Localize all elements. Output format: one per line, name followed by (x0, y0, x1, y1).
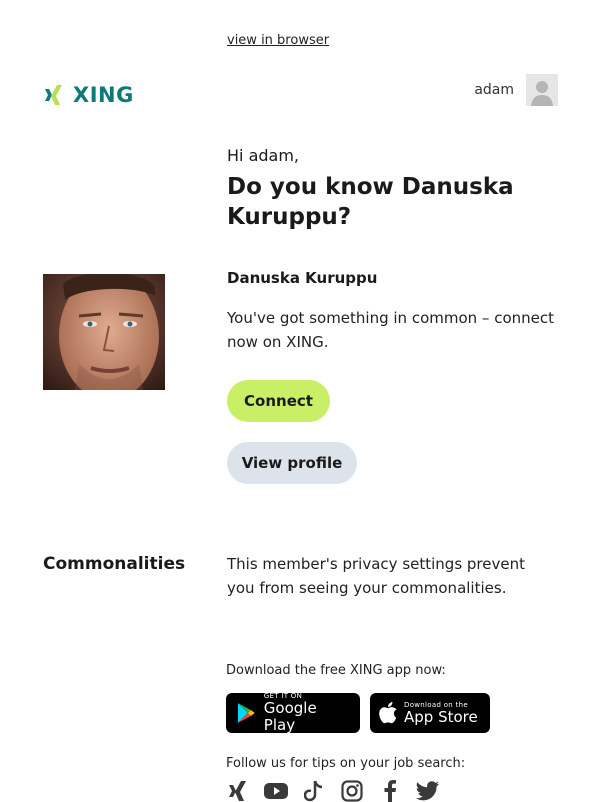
commonalities-text: This member's privacy settings prevent y… (227, 555, 525, 597)
xing-logo-icon (45, 85, 62, 105)
contact-name: Danuska Kuruppu (227, 269, 378, 287)
contact-photo[interactable] (43, 274, 165, 390)
app-store-big-text: App Store (404, 707, 478, 726)
xing-logo-text: XING (73, 83, 134, 107)
greeting: Hi adam, (227, 146, 299, 165)
view-profile-button[interactable]: View profile (227, 442, 357, 484)
commonalities-label: Commonalities (43, 554, 186, 574)
user-name: adam (474, 82, 514, 98)
social-links (226, 780, 440, 802)
facebook-icon[interactable] (378, 780, 402, 802)
follow-us-label: Follow us for tips on your job search: (226, 756, 466, 771)
google-play-big-text: Google Play (263, 699, 317, 734)
apple-icon (379, 702, 397, 724)
view-in-browser-link[interactable]: view in browser (227, 33, 329, 48)
contact-photo-image (43, 274, 165, 390)
connect-button[interactable]: Connect (227, 380, 330, 422)
connect-message: You've got something in common – connect… (227, 309, 554, 351)
instagram-icon[interactable] (340, 780, 364, 802)
download-app-label: Download the free XING app now: (226, 663, 446, 678)
google-play-badge[interactable]: GET IT ON Google Play (226, 692, 360, 734)
user-profile[interactable]: adam (474, 74, 558, 106)
twitter-icon[interactable] (416, 780, 440, 802)
tiktok-icon[interactable] (302, 780, 326, 802)
xing-logo[interactable]: XING (43, 83, 134, 107)
google-play-icon (237, 703, 255, 723)
youtube-icon[interactable] (264, 780, 288, 802)
default-avatar-icon (526, 74, 558, 106)
avatar (526, 74, 558, 106)
page-title: Do you know Danuska Kuruppu? (227, 174, 514, 230)
app-store-badge[interactable]: Download on the App Store (370, 693, 490, 733)
xing-icon[interactable] (226, 780, 250, 802)
